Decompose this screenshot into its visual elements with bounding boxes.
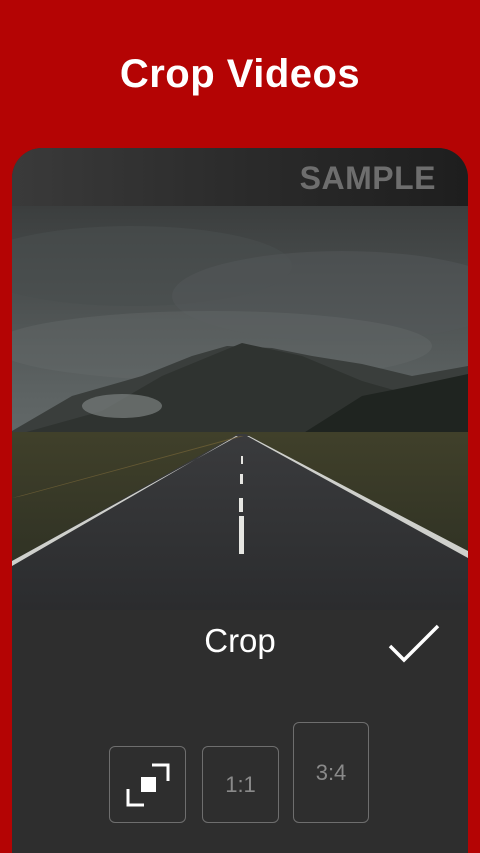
check-icon [388, 624, 440, 663]
video-preview[interactable] [12, 206, 468, 610]
ratio-3-4-option[interactable]: 3:4 [293, 722, 369, 823]
ratio-1-1-option[interactable]: 1:1 [202, 746, 279, 823]
ratio-1-1-label: 1:1 [225, 771, 256, 797]
road-scene-image [12, 206, 468, 610]
ratio-3-4-label: 3:4 [315, 759, 347, 785]
headline: Crop Videos [119, 52, 361, 96]
sample-watermark: SAMPLE [299, 160, 436, 196]
confirm-button[interactable] [388, 622, 440, 664]
free-crop-icon [126, 763, 169, 806]
top-bar: SAMPLE [12, 148, 468, 206]
editor-panel: SAMPLE Crop 1:1 3:4 [12, 148, 468, 853]
free-crop-option[interactable] [109, 746, 186, 823]
